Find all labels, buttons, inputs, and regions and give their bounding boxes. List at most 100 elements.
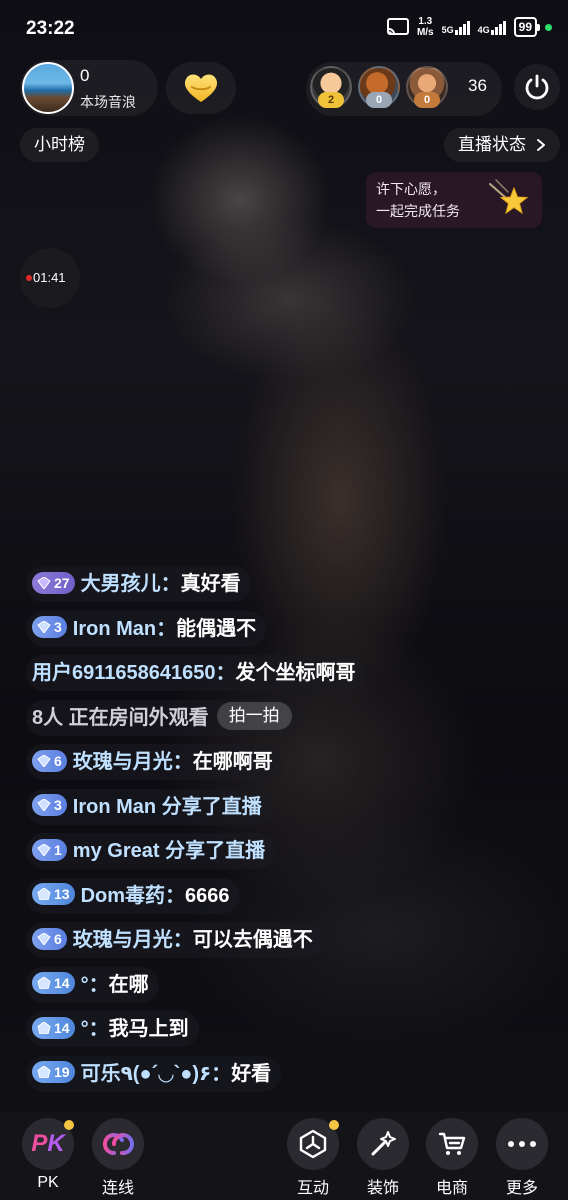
timer-text: 01:41 xyxy=(33,270,66,285)
connect-label: 连线 xyxy=(101,1180,134,1197)
chat-username[interactable]: 玫瑰与月光： xyxy=(73,929,193,951)
interact-label: 互动 xyxy=(296,1180,329,1197)
chat-text: 能偶遇不 xyxy=(176,617,257,640)
chevron-right-icon xyxy=(537,139,545,151)
chat-list[interactable]: 27 大男孩儿：真好看 3 Iron Man：能偶遇不 用户6911658641… xyxy=(26,566,546,1100)
clock: 23:22 xyxy=(26,18,75,39)
gem-icon xyxy=(37,932,51,945)
chat-username[interactable]: my Great xyxy=(73,840,160,862)
chat-text: 我马上到 xyxy=(108,1018,189,1040)
ecommerce-label: 电商 xyxy=(435,1180,468,1197)
gem-icon xyxy=(37,754,51,767)
sound-wave-label: 本场音浪 xyxy=(80,94,136,110)
power-icon xyxy=(525,74,549,100)
level-badge: 6 xyxy=(32,749,67,772)
chat-username[interactable]: °： xyxy=(81,974,109,996)
magic-wand-icon xyxy=(357,1118,409,1170)
avatar[interactable] xyxy=(22,62,74,114)
chat-message[interactable]: 14 °：我马上到 xyxy=(26,1011,199,1047)
close-live-button[interactable] xyxy=(514,64,560,110)
chat-message[interactable]: 6 玫瑰与月光：在哪啊哥 xyxy=(26,744,283,780)
chat-message[interactable]: 1 my Great 分享了直播 xyxy=(26,833,276,869)
heart-icon xyxy=(184,74,218,102)
gem-icon xyxy=(37,576,51,589)
ecommerce-button[interactable]: 电商 xyxy=(422,1118,482,1198)
cast-icon xyxy=(386,18,409,35)
chat-message[interactable]: 3 Iron Man：能偶遇不 xyxy=(26,610,267,647)
viewer-count[interactable]: 36 xyxy=(468,76,487,96)
chat-message[interactable]: 27 大男孩儿：真好看 xyxy=(26,566,251,602)
chat-username[interactable]: °： xyxy=(81,1018,109,1040)
pk-icon: PK xyxy=(22,1118,74,1170)
level-badge: 13 xyxy=(32,883,75,906)
chat-message[interactable]: 用户6911658641650：发个坐标啊哥 xyxy=(26,655,366,691)
connect-button[interactable]: 连线 xyxy=(88,1118,148,1198)
interact-button[interactable]: 互动 xyxy=(283,1118,343,1198)
gem-icon xyxy=(37,799,51,812)
more-icon xyxy=(496,1118,548,1170)
chat-username[interactable]: 用户6911658641650： xyxy=(32,662,236,684)
wish-card[interactable]: 许下心愿， 一起完成任务 xyxy=(366,172,542,228)
viewer-badge-2: 0 xyxy=(366,92,392,108)
cart-icon xyxy=(426,1118,478,1170)
wish-text: 许下心愿， 一起完成任务 xyxy=(376,181,460,219)
shooting-star-icon xyxy=(489,179,529,215)
level-badge: 3 xyxy=(32,616,67,639)
chat-message[interactable]: 19 可乐٩(●´◡`●)۶：好看 xyxy=(26,1055,282,1092)
chat-username[interactable]: 可乐٩(●´◡`●)۶： xyxy=(81,1063,232,1085)
level-badge: 14 xyxy=(32,972,75,995)
chat-username[interactable]: Dom毒药： xyxy=(81,885,185,907)
gem-icon xyxy=(37,621,51,634)
chat-text: 6666 xyxy=(185,884,230,907)
anchor-info[interactable]: 0 本场音浪 xyxy=(20,60,158,116)
live-status-label: 直播状态 xyxy=(458,135,526,154)
decorate-label: 装饰 xyxy=(366,1180,399,1197)
live-status-button[interactable]: 直播状态 xyxy=(444,128,560,162)
pentagon-gem-icon xyxy=(37,977,51,990)
chat-username[interactable]: 玫瑰与月光： xyxy=(73,751,193,773)
pk-label: PK xyxy=(37,1174,59,1191)
level-badge: 1 xyxy=(32,838,67,861)
chat-text: 发个坐标啊哥 xyxy=(235,662,356,684)
more-button[interactable]: 更多 xyxy=(492,1118,552,1198)
pk-button[interactable]: PK PK xyxy=(18,1118,78,1198)
chat-username[interactable]: 大男孩儿： xyxy=(81,573,181,595)
viewer-badge-3: 0 xyxy=(414,92,440,108)
chat-message[interactable]: 6 玫瑰与月光：可以去偶遇不 xyxy=(26,922,323,958)
chat-text: 分享了直播 xyxy=(156,795,262,818)
privacy-indicator xyxy=(545,23,552,31)
pentagon-gem-icon xyxy=(37,1066,51,1079)
chat-message[interactable]: 14 °：在哪 xyxy=(26,966,159,1003)
recording-dot xyxy=(26,275,32,281)
level-badge: 14 xyxy=(32,1016,75,1039)
signal-4g-icon: 4G xyxy=(478,19,506,35)
gem-icon xyxy=(37,843,51,856)
chat-text: 分享了直播 xyxy=(159,840,266,862)
status-bar: 23:22 1.3 M/s 5G 4G 99 xyxy=(0,0,568,58)
battery-icon: 99 xyxy=(513,17,541,37)
level-badge: 6 xyxy=(32,927,67,950)
interact-icon xyxy=(287,1118,339,1170)
link-icon xyxy=(92,1118,144,1170)
more-label: 更多 xyxy=(505,1180,538,1197)
hourly-rank-button[interactable]: 小时榜 xyxy=(20,128,99,162)
notification-dot xyxy=(329,1120,339,1130)
outside-viewers-text: 8人 正在房间外观看 xyxy=(32,706,209,729)
sound-wave-count: 0 xyxy=(80,66,90,85)
chat-text: 真好看 xyxy=(180,573,241,595)
decorate-button[interactable]: 装饰 xyxy=(353,1118,413,1198)
level-badge: 3 xyxy=(32,794,67,817)
live-timer: 01:41 xyxy=(20,248,80,308)
chat-text: 可以去偶遇不 xyxy=(192,929,313,951)
pentagon-gem-icon xyxy=(37,1021,51,1034)
pat-button[interactable]: 拍一拍 xyxy=(216,702,292,731)
status-icons: 1.3 M/s 5G 4G 99 xyxy=(386,16,552,38)
chat-username[interactable]: Iron Man xyxy=(73,796,156,818)
chat-message[interactable]: 3 Iron Man 分享了直播 xyxy=(26,788,272,825)
outside-viewers-notice: 8人 正在房间外观看 拍一拍 xyxy=(26,699,302,736)
fan-club-button[interactable] xyxy=(166,62,236,114)
chat-username[interactable]: Iron Man： xyxy=(73,618,176,640)
level-badge: 19 xyxy=(32,1061,75,1084)
chat-message[interactable]: 13 Dom毒药：6666 xyxy=(26,877,240,914)
chat-text: 好看 xyxy=(231,1062,272,1085)
